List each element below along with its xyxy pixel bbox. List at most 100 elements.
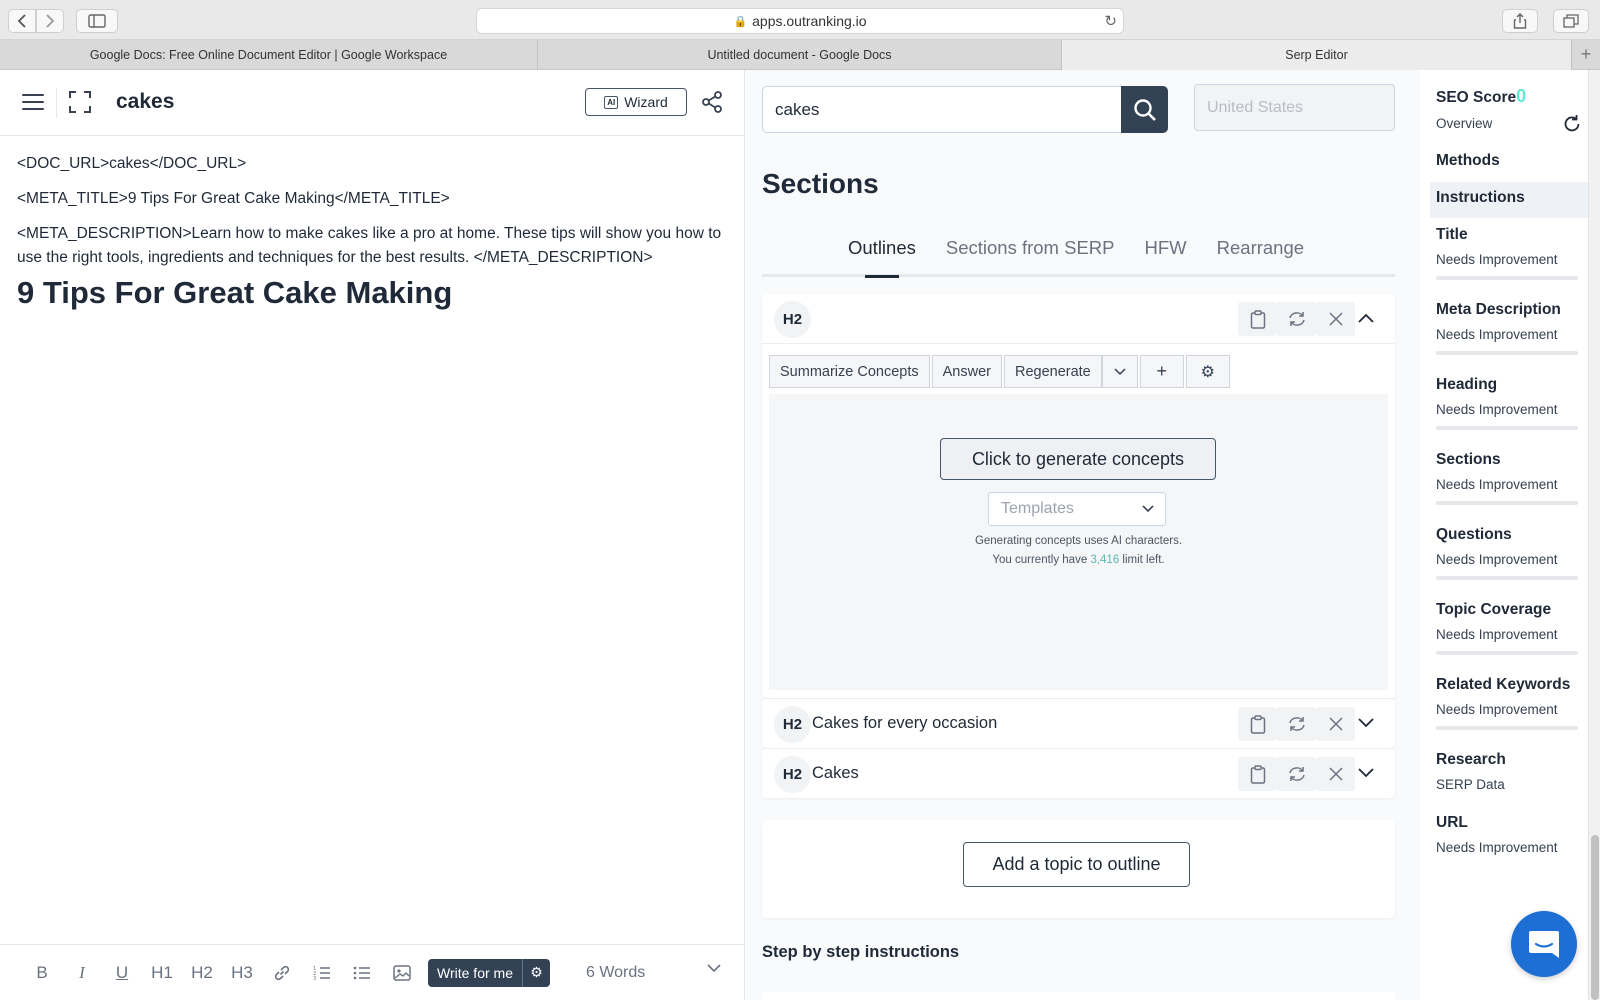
tab-hfw[interactable]: HFW	[1145, 230, 1187, 274]
underline-button[interactable]: U	[102, 958, 142, 988]
link-icon	[274, 965, 290, 980]
concept-action-bar: Summarize Concepts Answer Regenerate + ⚙	[769, 355, 1232, 388]
expand-toggle[interactable]	[1356, 763, 1376, 783]
sidebar-item-sections[interactable]: Sections Needs Improvement	[1436, 451, 1586, 505]
expand-toggle[interactable]	[1356, 713, 1376, 733]
sidebar-item-label: Title	[1436, 226, 1468, 243]
answer-button[interactable]: Answer	[931, 355, 1002, 388]
browser-toolbar: 🔒 apps.outranking.io ↻	[0, 0, 1600, 40]
delete-button[interactable]	[1316, 707, 1355, 741]
sidebar-item-instructions[interactable]: Instructions	[1436, 189, 1586, 207]
h1-button[interactable]: H1	[142, 958, 182, 988]
chevron-down-icon[interactable]	[707, 963, 721, 973]
bullet-list-button[interactable]	[342, 958, 382, 988]
collapse-toggle[interactable]	[1356, 308, 1376, 328]
browser-tab-serp-editor[interactable]: Serp Editor	[1062, 40, 1572, 70]
share-icon[interactable]	[700, 90, 724, 114]
sidebar-item-url[interactable]: URL Needs Improvement	[1436, 814, 1586, 855]
add-topic-button[interactable]: Add a topic to outline	[963, 842, 1190, 887]
add-concept-button[interactable]: +	[1139, 355, 1184, 388]
address-bar[interactable]: 🔒 apps.outranking.io ↻	[476, 8, 1124, 34]
seo-score-value: 0	[1516, 86, 1527, 106]
document-heading[interactable]: 9 Tips For Great Cake Making	[17, 277, 727, 308]
browser-share-button[interactable]	[1502, 9, 1538, 33]
refresh-icon	[1288, 717, 1305, 731]
page-scrollbar[interactable]	[1588, 70, 1600, 1000]
summarize-concepts-button[interactable]: Summarize Concepts	[769, 355, 930, 388]
bold-button[interactable]: B	[22, 958, 62, 988]
outline-item[interactable]: H2 Cakes for every occasion	[762, 698, 1395, 748]
browser-tab-google-docs-home[interactable]: Google Docs: Free Online Document Editor…	[0, 40, 538, 70]
reload-icon[interactable]: ↻	[1104, 12, 1117, 30]
progress-bar	[1436, 576, 1578, 580]
regenerate-button[interactable]	[1277, 757, 1316, 791]
search-button[interactable]	[1121, 86, 1168, 133]
row-actions	[1238, 302, 1355, 336]
browser-tab-untitled-document[interactable]: Untitled document - Google Docs	[538, 40, 1062, 70]
meta-title-line[interactable]: <META_TITLE>9 Tips For Great Cake Making…	[17, 187, 727, 211]
regenerate-dropdown-button[interactable]	[1101, 355, 1138, 388]
link-button[interactable]	[262, 958, 302, 988]
back-button[interactable]	[8, 9, 36, 33]
doc-url-line[interactable]: <DOC_URL>cakes</DOC_URL>	[17, 152, 727, 176]
meta-description-line[interactable]: <META_DESCRIPTION>Learn how to make cake…	[17, 222, 727, 270]
country-select[interactable]: United States	[1194, 84, 1395, 131]
outline-row[interactable]: H2	[762, 294, 1395, 344]
sidebar-item-related-keywords[interactable]: Related Keywords Needs Improvement	[1436, 676, 1586, 730]
sidebar-item-topic-coverage[interactable]: Topic Coverage Needs Improvement	[1436, 601, 1586, 655]
italic-button[interactable]: I	[62, 958, 102, 988]
concept-settings-button[interactable]: ⚙	[1185, 355, 1230, 388]
tab-sections-from-serp[interactable]: Sections from SERP	[946, 230, 1115, 274]
h3-button[interactable]: H3	[222, 958, 262, 988]
keyword-search-input[interactable]: cakes	[762, 86, 1122, 133]
fullscreen-icon[interactable]	[68, 90, 92, 114]
sidebar-item-research[interactable]: Research SERP Data	[1436, 751, 1586, 792]
progress-bar	[1436, 276, 1578, 280]
editor-content[interactable]: <DOC_URL>cakes</DOC_URL> <META_TITLE>9 T…	[0, 136, 744, 321]
chat-icon	[1529, 931, 1559, 958]
url-text: apps.outranking.io	[752, 13, 867, 29]
sidebar-item-questions[interactable]: Questions Needs Improvement	[1436, 526, 1586, 580]
header-divider	[56, 88, 57, 118]
tab-outlines[interactable]: Outlines	[848, 230, 916, 278]
wizard-button[interactable]: AI Wizard	[585, 88, 687, 116]
image-button[interactable]	[382, 958, 422, 988]
refresh-icon[interactable]	[1562, 114, 1582, 134]
sidebar-item-heading[interactable]: Heading Needs Improvement	[1436, 376, 1586, 430]
new-tab-button[interactable]: +	[1572, 40, 1600, 69]
sidebar-item-title[interactable]: Title Needs Improvement	[1436, 226, 1586, 280]
sidebar-item-methods[interactable]: Methods	[1436, 152, 1586, 170]
regenerate-button[interactable]	[1277, 302, 1316, 336]
outline-heading-text[interactable]: Cakes	[812, 764, 859, 783]
seo-sidebar: SEO Score0 Overview Methods Instructions…	[1420, 70, 1588, 1000]
hamburger-menu-icon[interactable]	[22, 94, 44, 112]
formatting-toolbar: B I U H1 H2 H3 123 Write for me ⚙ 6 Word…	[0, 944, 745, 1000]
generate-concepts-button[interactable]: Click to generate concepts	[940, 438, 1216, 480]
chevron-down-icon	[1358, 768, 1374, 778]
ai-usage-line-2: You currently have 3,416 limit left.	[769, 551, 1388, 570]
ordered-list-button[interactable]: 123	[302, 958, 342, 988]
tab-overview-button[interactable]	[1553, 9, 1589, 33]
copy-button[interactable]	[1238, 707, 1277, 741]
outline-heading-text[interactable]: Cakes for every occasion	[812, 714, 997, 733]
chat-support-button[interactable]	[1511, 911, 1577, 977]
outline-item[interactable]: H2 Cakes	[762, 748, 1395, 798]
step-by-step-card	[762, 992, 1395, 1000]
write-settings-button[interactable]: ⚙	[521, 958, 550, 987]
templates-select[interactable]: Templates	[988, 492, 1166, 526]
document-editor: cakes AI Wizard <DOC_URL>cakes</DOC_URL>…	[0, 70, 745, 1000]
scrollbar-thumb[interactable]	[1591, 835, 1599, 1000]
tab-rearrange[interactable]: Rearrange	[1217, 230, 1304, 274]
h2-button[interactable]: H2	[182, 958, 222, 988]
write-for-me-button[interactable]: Write for me	[428, 958, 522, 987]
forward-button[interactable]	[36, 9, 64, 33]
sidebar-item-status: Needs Improvement	[1436, 840, 1558, 855]
copy-button[interactable]	[1238, 302, 1277, 336]
sidebar-item-meta-description[interactable]: Meta Description Needs Improvement	[1436, 301, 1586, 355]
regenerate-concepts-button[interactable]: Regenerate	[1003, 355, 1102, 388]
copy-button[interactable]	[1238, 757, 1277, 791]
regenerate-button[interactable]	[1277, 707, 1316, 741]
sidebar-toggle-button[interactable]	[76, 9, 118, 33]
delete-button[interactable]	[1316, 757, 1355, 791]
delete-button[interactable]	[1316, 302, 1355, 336]
